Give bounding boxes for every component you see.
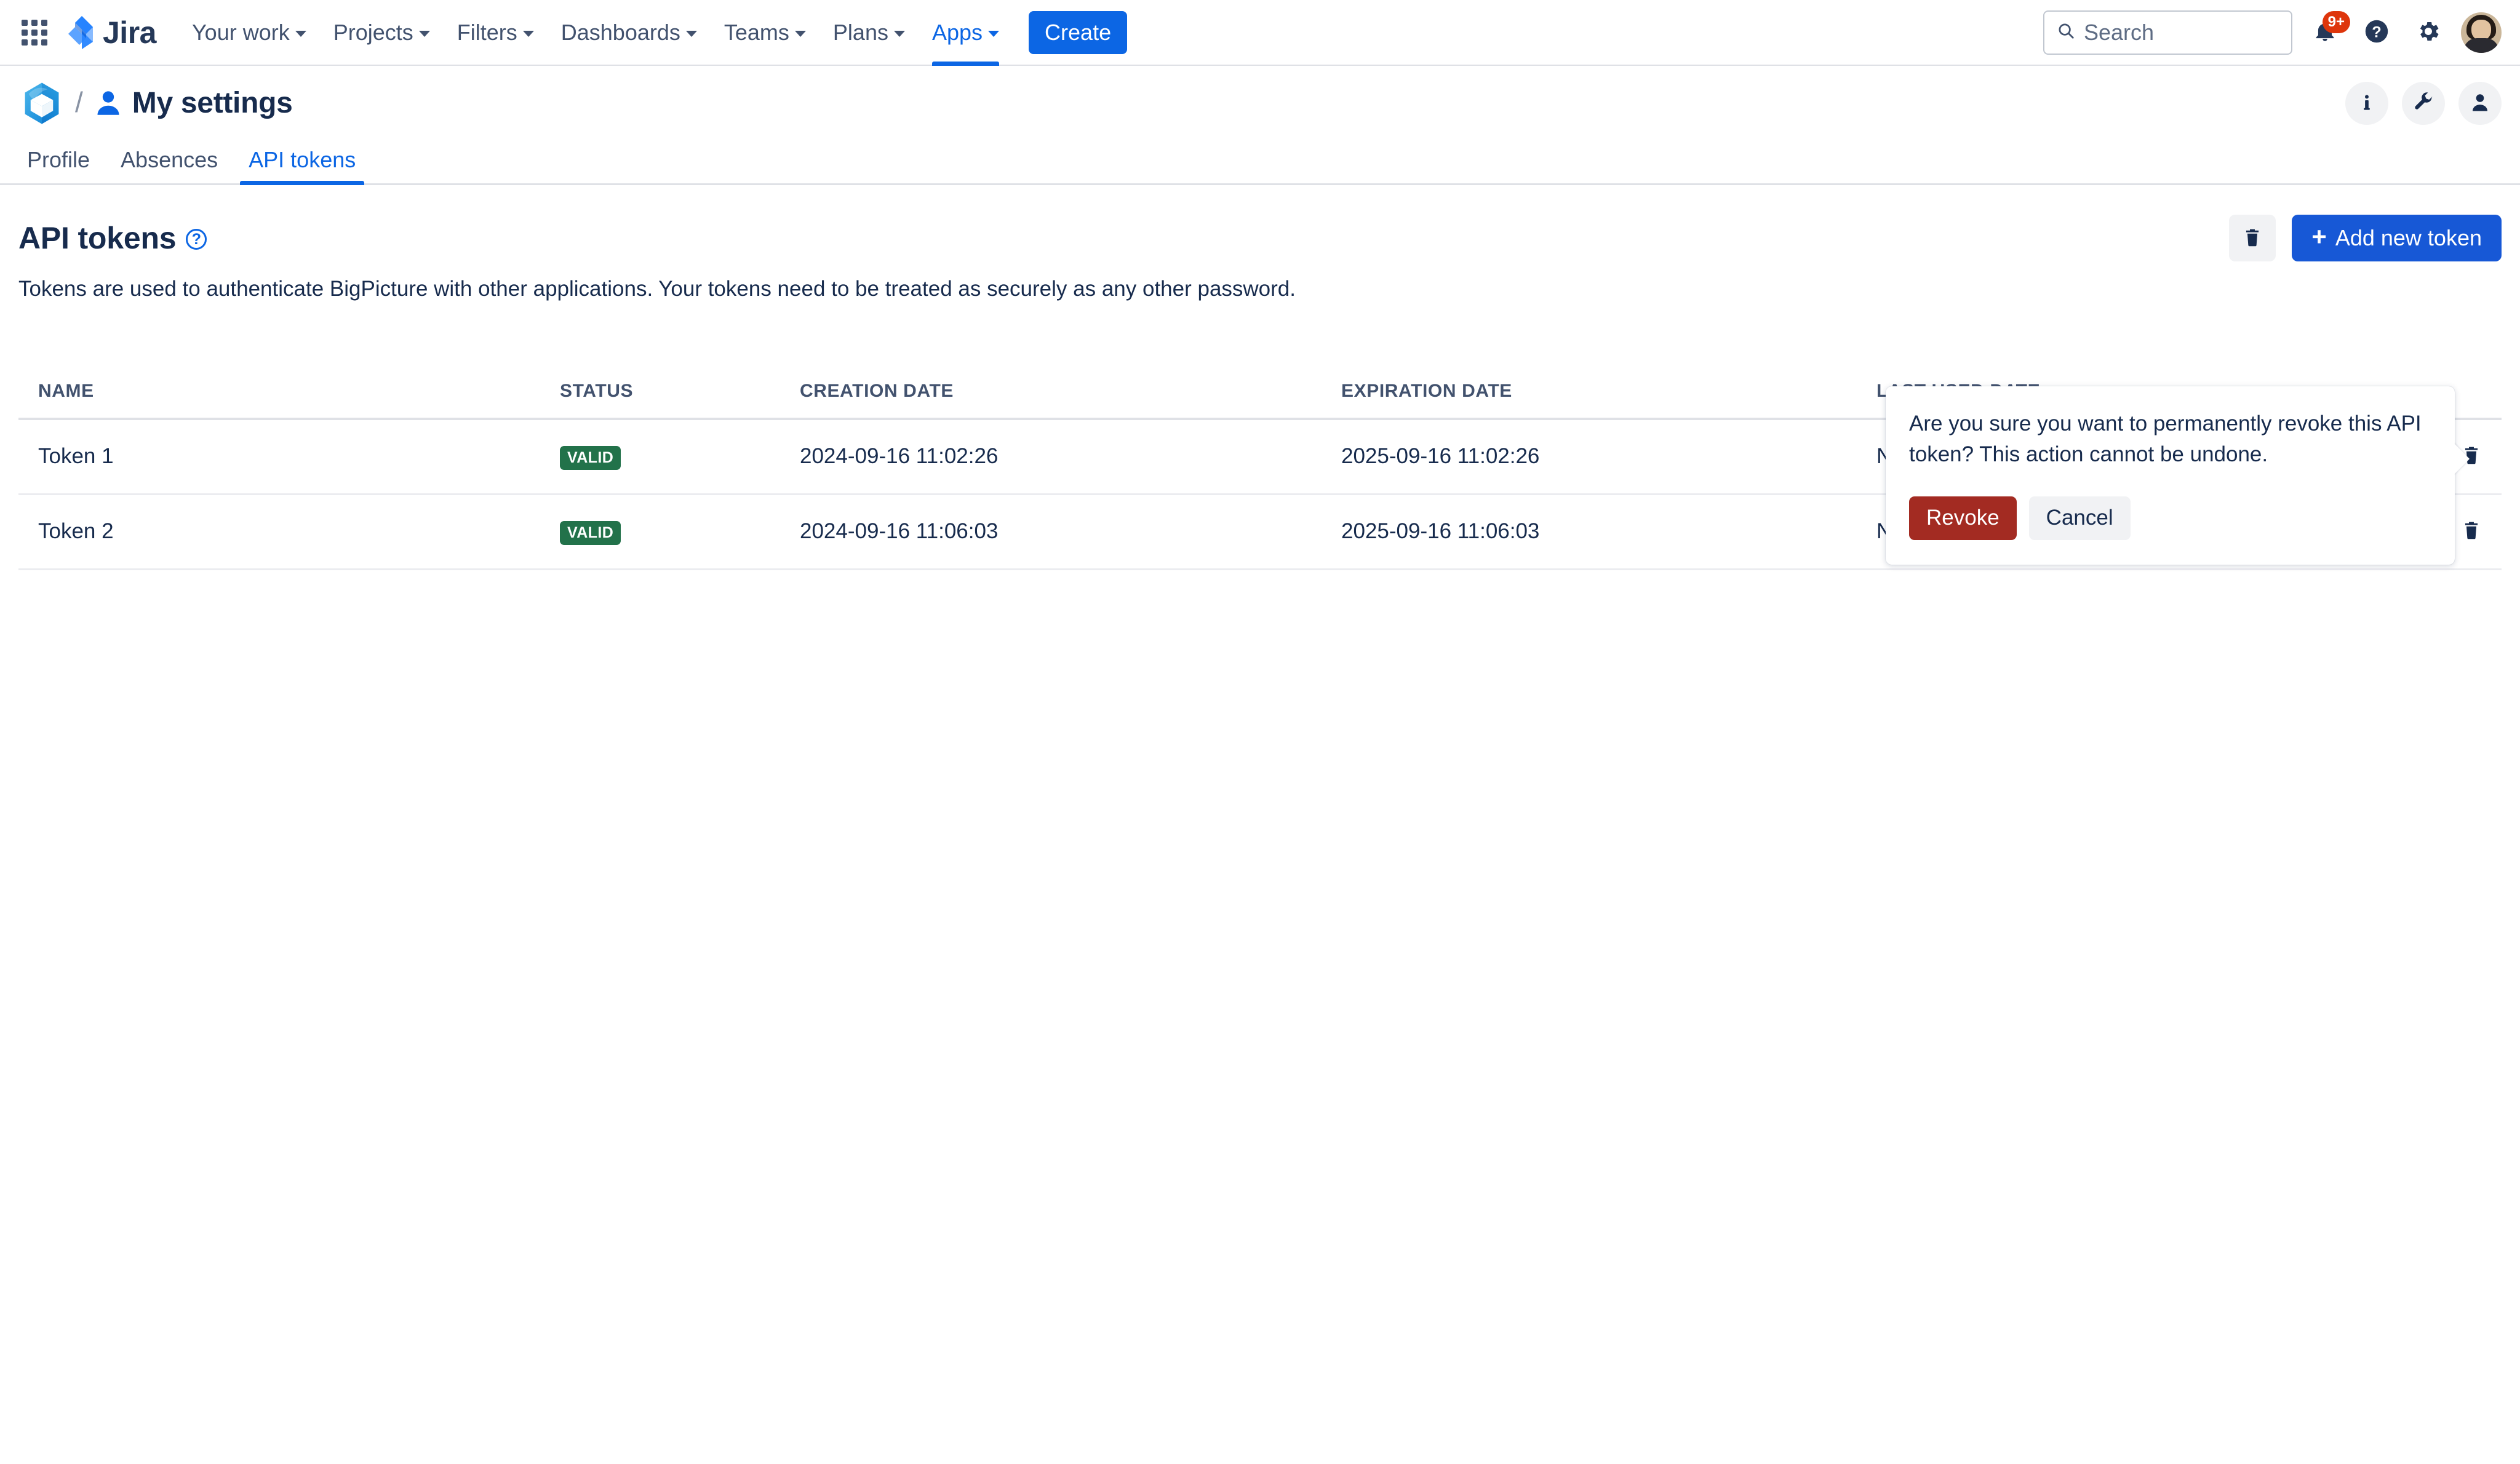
column-header-name: NAME [18,380,560,420]
person-icon [93,88,124,119]
column-header-creation-date: CREATION DATE [800,380,1341,420]
breadcrumb: / My settings [18,80,293,127]
chevron-down-icon [418,31,430,37]
search-box[interactable] [2043,10,2292,55]
nav-item-dashboards[interactable]: Dashboards [548,0,711,65]
bigpicture-header-actions [2345,82,2502,125]
add-new-token-button[interactable]: + Add new token [2292,215,2502,261]
page-title: My settings [132,87,293,119]
settings-tabs: Profile Absences API tokens [0,141,2520,185]
trash-icon [2461,520,2482,543]
nav-right-cluster: 9+ ? [2043,10,2502,55]
nav-item-label: Teams [724,19,789,45]
primary-nav-items: Your work Projects Filters Dashboards Te… [178,0,1013,66]
page-root: Jira Your work Projects Filters Dashboar… [0,0,2520,1464]
gear-icon [2415,18,2441,46]
jira-logo-link[interactable]: Jira [63,15,156,50]
bulk-delete-button[interactable] [2229,215,2276,261]
info-button[interactable] [2345,82,2388,125]
create-button[interactable]: Create [1029,10,1128,54]
chevron-down-icon [988,31,1000,37]
search-icon [2057,22,2075,43]
nav-item-plans[interactable]: Plans [819,0,919,65]
section-header-actions: + Add new token [2229,215,2502,261]
help-button[interactable]: ? [2358,14,2396,52]
status-badge: VALID [560,520,621,545]
cell-creation-date: 2024-09-16 11:02:26 [800,418,1341,495]
nav-item-teams[interactable]: Teams [711,0,819,65]
nav-item-projects[interactable]: Projects [320,0,444,65]
tab-profile[interactable]: Profile [18,147,98,183]
nav-item-label: Filters [457,19,517,45]
avatar-face [2471,19,2491,41]
jira-wordmark: Jira [103,15,156,50]
search-input[interactable] [2084,19,2279,46]
jira-logo-icon [63,15,96,50]
nav-item-label: Your work [191,19,290,45]
cell-expiration-date: 2025-09-16 11:02:26 [1341,418,1876,495]
chevron-down-icon [295,31,306,37]
settings-button[interactable] [2409,14,2447,52]
user-button[interactable] [2458,82,2502,125]
section-description: Tokens are used to authenticate BigPictu… [18,277,1296,301]
nav-item-filters[interactable]: Filters [444,0,548,65]
tools-button[interactable] [2402,82,2445,125]
svg-text:?: ? [2372,23,2382,41]
wrench-icon [2412,92,2434,116]
column-header-status: STATUS [560,380,800,420]
revoke-confirm-actions: Revoke Cancel [1909,496,2431,540]
chevron-down-icon [893,31,905,37]
revoke-confirm-popover: Are you sure you want to permanently rev… [1886,386,2455,565]
nav-item-label: Dashboards [560,19,680,45]
cell-token-status: VALID [560,418,800,495]
question-mark-icon[interactable]: ? [186,229,207,250]
revoke-token-button[interactable] [2458,517,2484,545]
revoke-confirm-message: Are you sure you want to permanently rev… [1909,412,2422,466]
add-new-token-label: Add new token [2335,225,2482,250]
nav-item-label: Projects [333,19,413,45]
trash-icon [2242,227,2263,250]
tab-api-tokens[interactable]: API tokens [240,147,365,185]
status-badge: VALID [560,445,621,470]
section-title: API tokens [18,221,177,255]
user-avatar[interactable] [2461,12,2502,53]
jira-top-navigation: Jira Your work Projects Filters Dashboar… [0,0,2520,66]
revoke-cancel-button[interactable]: Cancel [2028,496,2131,540]
bigpicture-header: / My settings [0,66,2520,141]
notification-badge: 9+ [2322,10,2350,33]
cell-token-name: Token 2 [18,494,560,570]
chevron-down-icon [522,31,534,37]
nav-item-label: Apps [931,19,983,45]
cell-expiration-date: 2025-09-16 11:06:03 [1341,494,1876,570]
info-icon [2356,92,2377,115]
grid-apps-icon[interactable] [17,15,52,50]
tab-absences[interactable]: Absences [112,147,226,183]
nav-item-your-work[interactable]: Your work [178,0,320,65]
revoke-confirm-button[interactable]: Revoke [1909,496,2017,540]
chevron-down-icon [794,31,806,37]
breadcrumb-separator: / [75,86,83,118]
section-header: API tokens ? + Add new token [18,215,2502,261]
avatar-body [2463,38,2499,53]
help-question-icon: ? [2364,18,2390,46]
nav-item-label: Plans [832,19,888,45]
chevron-down-icon [685,31,697,37]
nav-item-apps[interactable]: Apps [919,0,1013,66]
plus-icon: + [2311,222,2327,251]
cell-token-status: VALID [560,494,800,570]
notifications-button[interactable]: 9+ [2306,10,2350,52]
bigpicture-logo[interactable] [18,80,65,127]
cell-token-name: Token 1 [18,418,560,495]
person-icon [2469,92,2491,116]
column-header-expiration-date: EXPIRATION DATE [1341,380,1876,420]
cell-creation-date: 2024-09-16 11:06:03 [800,494,1341,570]
